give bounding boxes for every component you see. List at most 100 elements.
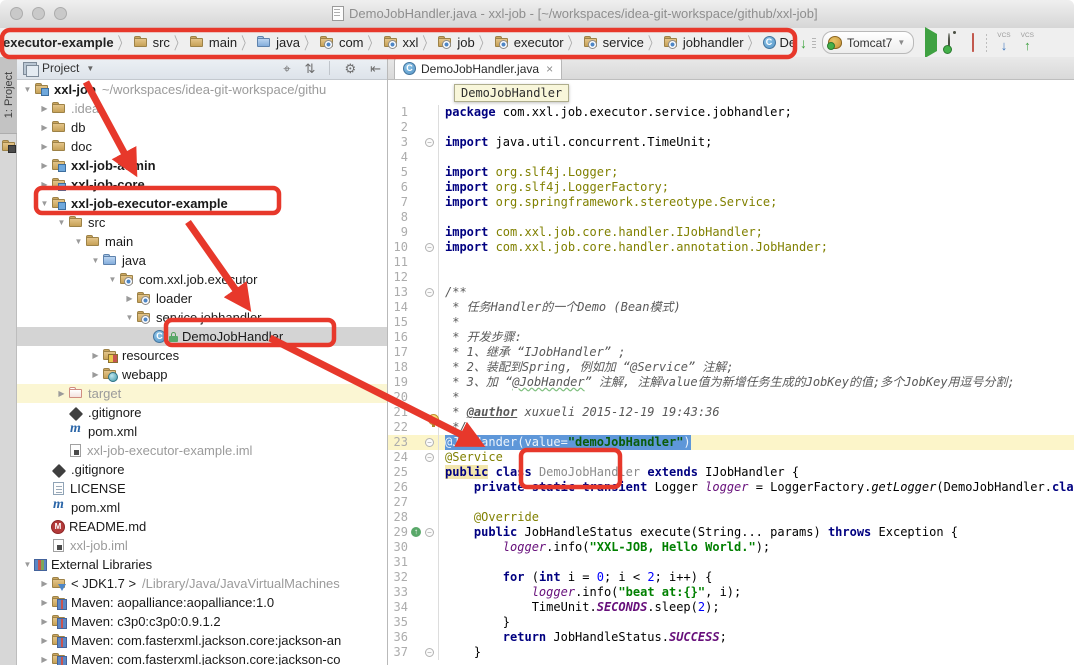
code-line[interactable]: 2 [388,120,1074,135]
tree-expand-open-icon[interactable]: ▼ [123,313,136,322]
chevron-down-icon[interactable]: ▼ [86,64,94,73]
debug-button[interactable] [948,34,950,52]
code-line[interactable]: 29↑– public JobHandleStatus execute(Stri… [388,525,1074,540]
tree-expand-open-icon[interactable]: ▼ [55,218,68,227]
breadcrumb-item[interactable]: src [133,35,170,50]
vcs-commit-button[interactable]: VCS↑ [1021,33,1034,52]
tree-row[interactable]: LICENSE [17,479,387,498]
tree-expand-closed-icon[interactable]: ▶ [123,294,136,303]
fold-marker-icon[interactable]: – [425,438,434,447]
project-panel-title[interactable]: Project [42,61,79,75]
tree-expand-open-icon[interactable]: ▼ [38,199,51,208]
code-line[interactable]: 24–@Service [388,450,1074,465]
tree-row[interactable]: xxl-job-executor-example.iml [17,441,387,460]
code-line[interactable]: 25public class DemoJobHandler extends IJ… [388,465,1074,480]
tree-expand-closed-icon[interactable]: ▶ [38,180,51,189]
breadcrumb-item[interactable]: java [256,35,300,50]
tree-row[interactable]: pom.xml [17,422,387,441]
tree-row[interactable]: ▶loader [17,289,387,308]
tree-expand-closed-icon[interactable]: ▶ [38,123,51,132]
code-line[interactable]: 35 } [388,615,1074,630]
code-line[interactable]: 3–import java.util.concurrent.TimeUnit; [388,135,1074,150]
tree-expand-closed-icon[interactable]: ▶ [38,655,51,664]
tree-row[interactable]: ▶Maven: aopalliance:aopalliance:1.0 [17,593,387,612]
tree-expand-open-icon[interactable]: ▼ [21,560,34,569]
tree-row[interactable]: DemoJobHandler [17,327,387,346]
code-line[interactable]: 9import com.xxl.job.core.handler.IJobHan… [388,225,1074,240]
code-line[interactable]: 12 [388,270,1074,285]
code-line[interactable]: 11 [388,255,1074,270]
code-line[interactable]: 6import org.slf4j.LoggerFactory; [388,180,1074,195]
tree-row[interactable]: ▶webapp [17,365,387,384]
tree-row[interactable]: .gitignore [17,403,387,422]
tree-expand-closed-icon[interactable]: ▶ [55,389,68,398]
tree-row[interactable]: ▼service.jobhandler [17,308,387,327]
code-line[interactable]: 20 * [388,390,1074,405]
run-configuration-select[interactable]: Tomcat7 ▼ [822,31,914,54]
breadcrumb-item[interactable]: main [189,35,237,50]
tree-row[interactable]: ▶db [17,118,387,137]
code-line[interactable]: 10–import com.xxl.job.core.handler.annot… [388,240,1074,255]
code-line[interactable]: 16 * 开发步骤: [388,330,1074,345]
tree-row[interactable]: ▼main [17,232,387,251]
stop-button[interactable] [972,34,974,52]
code-line[interactable]: 18 * 2、装配到Spring, 例如加 “@Service” 注解; [388,360,1074,375]
breadcrumb-item[interactable]: jobhandler [663,35,744,50]
editor-tab[interactable]: DemoJobHandler.java × [394,57,562,79]
tree-row[interactable]: .gitignore [17,460,387,479]
run-button[interactable] [925,34,937,52]
code-line[interactable]: 37– } [388,645,1074,660]
code-line[interactable]: 30 logger.info("XXL-JOB, Hello World."); [388,540,1074,555]
gear-icon[interactable]: ⚙ [344,62,356,75]
tree-row[interactable]: ▶doc [17,137,387,156]
code-line[interactable]: 13–/** [388,285,1074,300]
fold-marker-icon[interactable]: – [425,528,434,537]
code-line[interactable]: 32 for (int i = 0; i < 2; i++) { [388,570,1074,585]
override-method-icon[interactable]: ↑ [411,527,421,537]
tree-expand-closed-icon[interactable]: ▶ [89,370,102,379]
tree-row[interactable]: README.md [17,517,387,536]
zoom-window-button[interactable] [54,7,67,20]
code-line[interactable]: 5import org.slf4j.Logger; [388,165,1074,180]
tree-expand-closed-icon[interactable]: ▶ [38,598,51,607]
tree-row[interactable]: ▶xxl-job-core [17,175,387,194]
tree-expand-open-icon[interactable]: ▼ [89,256,102,265]
code-line[interactable]: 21 * @author xuxueli 2015-12-19 19:43:36 [388,405,1074,420]
minimize-window-button[interactable] [32,7,45,20]
tree-expand-closed-icon[interactable]: ▶ [38,142,51,151]
tree-expand-closed-icon[interactable]: ▶ [89,351,102,360]
code-line[interactable]: 4 [388,150,1074,165]
hide-navbar-icon[interactable]: ↓ [800,35,816,51]
tree-expand-closed-icon[interactable]: ▶ [38,636,51,645]
tree-row[interactable]: ▶Maven: c3p0:c3p0:0.9.1.2 [17,612,387,631]
vcs-update-button[interactable]: VCS↓ [997,33,1010,52]
fold-marker-icon[interactable]: – [425,648,434,657]
tree-row[interactable]: ▼xxl-job~/workspaces/idea-git-workspace/… [17,80,387,99]
collapse-panel-icon[interactable]: ⇤ [370,62,381,75]
breadcrumb-item[interactable]: service [583,35,644,50]
close-icon[interactable]: × [546,62,553,76]
tree-row[interactable]: ▶.idea [17,99,387,118]
locate-file-icon[interactable]: ⌖ [283,62,290,75]
tree-expand-closed-icon[interactable]: ▶ [38,161,51,170]
code-line[interactable]: 26 private static transient Logger logge… [388,480,1074,495]
breadcrumb-item[interactable]: DemoJobHandler [763,35,793,50]
tree-row[interactable]: ▶< JDK1.7 >/Library/Java/JavaVirtualMach… [17,574,387,593]
code-line[interactable]: 8 [388,210,1074,225]
tree-expand-closed-icon[interactable]: ▶ [38,579,51,588]
tree-row[interactable]: ▶Maven: com.fasterxml.jackson.core:jacks… [17,650,387,665]
tree-row[interactable]: ▶xxl-job-admin [17,156,387,175]
tree-row[interactable]: ▼External Libraries [17,555,387,574]
tree-row[interactable]: ▶resources [17,346,387,365]
fold-marker-icon[interactable]: – [425,453,434,462]
tree-row[interactable]: ▼src [17,213,387,232]
code-line[interactable]: 7import org.springframework.stereotype.S… [388,195,1074,210]
tree-expand-open-icon[interactable]: ▼ [106,275,119,284]
tree-row[interactable]: ▶target [17,384,387,403]
fold-marker-icon[interactable]: – [425,138,434,147]
breadcrumb-item[interactable]: executor [494,35,564,50]
tree-row[interactable]: ▼com.xxl.job.executor [17,270,387,289]
tree-expand-closed-icon[interactable]: ▶ [38,104,51,113]
code-line[interactable]: 19 * 3、加 “@JobHander” 注解, 注解value值为新增任务生… [388,375,1074,390]
code-line[interactable]: 27 [388,495,1074,510]
